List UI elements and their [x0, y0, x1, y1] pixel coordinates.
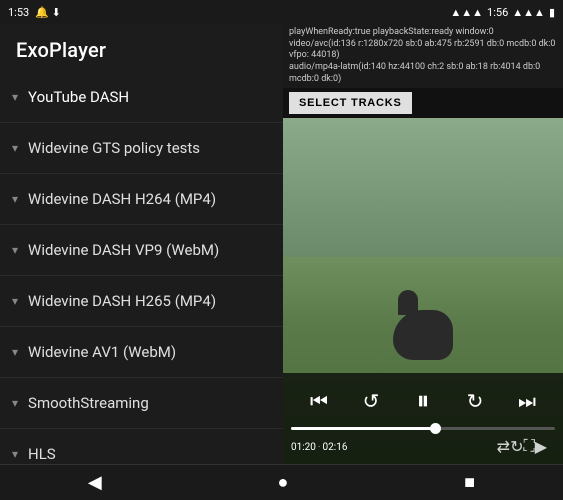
menu-item-3[interactable]: ▾ Widevine DASH VP9 (WebM): [0, 225, 283, 276]
menu-item-2[interactable]: ▾ Widevine DASH H264 (MP4): [0, 174, 283, 225]
video-area: ⏮ ↺ ⏸ ↻ ⏭ 01:20 ·: [283, 118, 563, 464]
menu-item-1[interactable]: ▾ Widevine GTS policy tests: [0, 123, 283, 174]
menu-list: ▾ YouTube DASH ▾ Widevine GTS policy tes…: [0, 72, 283, 464]
bottom-nav: ◀ ● ■: [0, 464, 563, 500]
menu-item-label: Widevine AV1 (WebM): [28, 343, 176, 361]
recents-button[interactable]: ■: [464, 472, 475, 493]
chevron-icon: ▾: [12, 447, 18, 461]
chevron-icon: ▾: [12, 243, 18, 257]
signal-icon: ▲▲▲: [512, 6, 545, 19]
menu-item-label: SmoothStreaming: [28, 394, 149, 412]
menu-item-6[interactable]: ▾ SmoothStreaming: [0, 378, 283, 429]
time-row: 01:20 · 02:16 ⇄ ↻ ⛶ ▶: [283, 432, 563, 462]
chevron-icon: ▾: [12, 396, 18, 410]
controls-row: ⏮ ↺ ⏸ ↻ ⏭: [283, 379, 563, 423]
menu-item-label: YouTube DASH: [28, 88, 129, 106]
player-controls: ⏮ ↺ ⏸ ↻ ⏭ 01:20 ·: [283, 373, 563, 464]
menu-item-label: Widevine DASH H264 (MP4): [28, 190, 216, 208]
rewind-button[interactable]: ↺: [353, 383, 389, 419]
horse-silhouette: [393, 310, 453, 360]
menu-item-label: Widevine GTS policy tests: [28, 139, 200, 157]
chevron-icon: ▾: [12, 90, 18, 104]
time-right: 1:56: [487, 6, 508, 19]
progress-bar-track[interactable]: [291, 427, 555, 430]
skip-to-end-button[interactable]: ⏭: [509, 383, 545, 419]
menu-item-label: Widevine DASH VP9 (WebM): [28, 241, 219, 259]
menu-item-7[interactable]: ▾ HLS: [0, 429, 283, 464]
fullscreen-button[interactable]: ⛶: [523, 436, 534, 456]
time-current: 01:20: [291, 442, 316, 453]
chevron-icon: ▾: [12, 345, 18, 359]
status-bar-right: ▲▲▲ 1:56 ▲▲▲ ▮: [450, 6, 555, 19]
menu-item-4[interactable]: ▾ Widevine DASH H265 (MP4): [0, 276, 283, 327]
progress-bar-fill: [291, 427, 436, 430]
app-title: ExoPlayer: [0, 24, 283, 72]
right-panel: playWhenReady:true playbackState:ready w…: [283, 24, 563, 464]
chevron-icon: ▾: [12, 141, 18, 155]
skip-to-start-button[interactable]: ⏮: [301, 383, 337, 419]
menu-item-label: Widevine DASH H265 (MP4): [28, 292, 216, 310]
time-display: 1:53: [8, 6, 29, 19]
shuffle-button[interactable]: ⇄: [497, 437, 510, 456]
debug-bar: playWhenReady:true playbackState:ready w…: [283, 24, 563, 88]
battery-icon: ▮: [549, 6, 555, 19]
main-content: ExoPlayer ▾ YouTube DASH ▾ Widevine GTS …: [0, 24, 563, 464]
time-total: 02:16: [323, 442, 348, 453]
bottom-controls: ⇄ ↻ ⛶ ▶: [489, 434, 555, 460]
debug-line2: video/avc(id:136 r:1280x720 sb:0 ab:475 …: [289, 39, 557, 62]
repeat-button[interactable]: ↻: [510, 437, 523, 456]
back-button[interactable]: ◀: [88, 472, 102, 493]
status-bar-left: 1:53 🔔 ⬇: [8, 6, 61, 19]
select-tracks-button[interactable]: SELECT TRACKS: [289, 92, 412, 114]
next-button[interactable]: ▶: [535, 437, 547, 456]
debug-line3: audio/mp4a-latm(id:140 hz:44100 ch:2 sb:…: [289, 62, 557, 85]
status-bar: 1:53 🔔 ⬇ ▲▲▲ 1:56 ▲▲▲ ▮: [0, 0, 563, 24]
debug-line1: playWhenReady:true playbackState:ready w…: [289, 27, 557, 39]
fast-forward-button[interactable]: ↻: [457, 383, 493, 419]
wifi-icon: ▲▲▲: [450, 6, 483, 19]
menu-item-label: HLS: [28, 445, 56, 463]
chevron-icon: ▾: [12, 192, 18, 206]
left-panel: ExoPlayer ▾ YouTube DASH ▾ Widevine GTS …: [0, 24, 283, 464]
notification-icons: 🔔 ⬇: [35, 6, 61, 19]
chevron-icon: ▾: [12, 294, 18, 308]
home-button[interactable]: ●: [278, 472, 289, 493]
menu-item-5[interactable]: ▾ Widevine AV1 (WebM): [0, 327, 283, 378]
progress-bar-container[interactable]: [283, 423, 563, 432]
menu-item-0[interactable]: ▾ YouTube DASH: [0, 72, 283, 123]
pause-button[interactable]: ⏸: [405, 383, 441, 419]
